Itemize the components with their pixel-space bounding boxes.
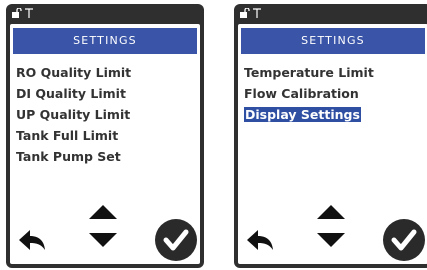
menu-item-tank-pump-set[interactable]: Tank Pump Set [16,146,131,167]
menu-item-temperature-limit[interactable]: Temperature Limit [244,62,374,83]
menu-item-flow-calibration[interactable]: Flow Calibration [244,83,374,104]
menu-item-ro-quality-limit[interactable]: RO Quality Limit [16,62,131,83]
screen-title: SETTINGS [13,28,197,54]
screen: SETTINGS RO Quality Limit DI Quality Lim… [10,24,200,264]
menu-item-label: RO Quality Limit [16,65,132,80]
back-arrow-icon[interactable] [17,228,47,252]
menu-item-label: UP Quality Limit [16,107,131,122]
device-left: SETTINGS RO Quality Limit DI Quality Lim… [6,4,204,268]
down-arrow-icon[interactable] [316,232,346,248]
menu-item-label: Tank Pump Set [16,149,121,164]
control-bar [238,184,427,264]
settings-menu: Temperature Limit Flow Calibration Displ… [244,62,374,125]
unlock-icon [240,8,250,18]
control-bar [10,184,200,264]
status-bar [6,4,204,26]
screen: SETTINGS Temperature Limit Flow Calibrat… [238,24,427,264]
unlock-icon [12,8,22,18]
menu-item-label: DI Quality Limit [16,86,126,101]
menu-item-di-quality-limit[interactable]: DI Quality Limit [16,83,131,104]
status-bar [234,4,427,26]
down-arrow-icon[interactable] [88,232,118,248]
menu-item-display-settings[interactable]: Display Settings [244,104,374,125]
up-arrow-icon[interactable] [88,204,118,220]
menu-item-up-quality-limit[interactable]: UP Quality Limit [16,104,131,125]
menu-item-label: Tank Full Limit [16,128,119,143]
menu-item-label: Flow Calibration [244,86,359,101]
checkmark-icon[interactable] [382,218,426,262]
checkmark-icon[interactable] [154,218,198,262]
tank-icon [25,8,33,18]
menu-item-label: Temperature Limit [244,65,374,80]
menu-item-tank-full-limit[interactable]: Tank Full Limit [16,125,131,146]
screen-title: SETTINGS [241,28,425,54]
back-arrow-icon[interactable] [245,228,275,252]
tank-icon [253,8,261,18]
menu-item-label: Display Settings [244,107,361,122]
up-arrow-icon[interactable] [316,204,346,220]
settings-menu: RO Quality Limit DI Quality Limit UP Qua… [16,62,131,167]
device-right: SETTINGS Temperature Limit Flow Calibrat… [234,4,427,268]
